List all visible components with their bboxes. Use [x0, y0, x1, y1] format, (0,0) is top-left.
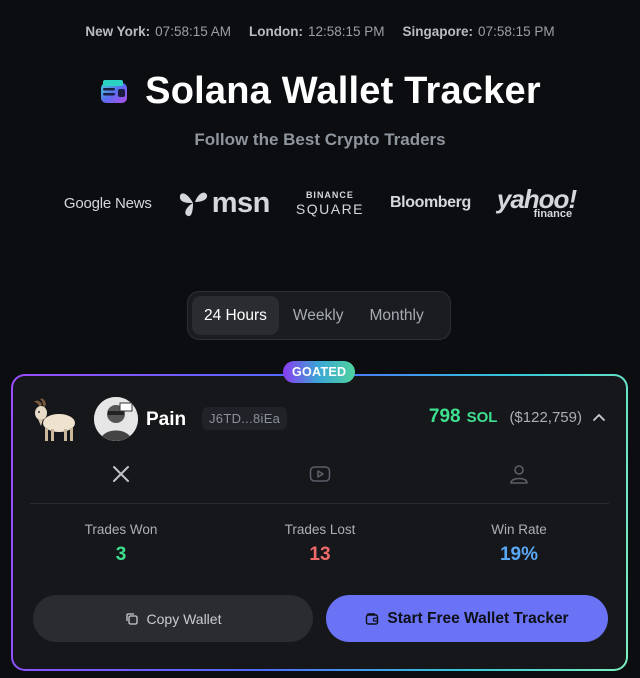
win-rate-stat: Win Rate 19%: [491, 522, 547, 565]
press-logos: Google News msn BINANCE SQUARE Bloomberg…: [0, 186, 640, 220]
wallet-icon: [366, 612, 379, 625]
tab-monthly[interactable]: Monthly: [357, 296, 435, 335]
tab-24-hours[interactable]: 24 Hours: [192, 296, 279, 335]
google-news-logo: Google News: [63, 194, 152, 212]
trader-card: Pain J6TD...8iEa 798 SOL ($122,759) Trad…: [11, 374, 628, 671]
butterfly-icon: [179, 192, 207, 217]
goat-icon: [34, 398, 75, 441]
trades-won-stat: Trades Won 3: [84, 522, 158, 565]
youtube-icon[interactable]: [308, 462, 332, 486]
world-clocks: New York: 07:58:15 AM London: 12:58:15 PM …: [0, 24, 640, 39]
clock-london: London: 12:58:15 PM: [248, 24, 385, 39]
copy-wallet-button[interactable]: Copy Wallet: [33, 595, 313, 642]
page-subtitle: Follow the Best Crypto Traders: [194, 130, 446, 149]
msn-logo: msn: [178, 187, 270, 220]
clock-singapore: Singapore: 07:58:15 PM: [402, 24, 555, 39]
profile-icon[interactable]: [507, 462, 531, 486]
timeframe-tabs: 24 Hours Weekly Monthly: [187, 291, 451, 340]
avatar-image: [94, 397, 138, 441]
page-title: Solana Wallet Tracker: [145, 70, 541, 112]
page-header: Solana Wallet Tracker: [0, 70, 640, 113]
yahoo-finance-logo: yahoo! finance: [496, 184, 577, 220]
start-tracker-button[interactable]: Start Free Wallet Tracker: [326, 595, 608, 642]
trader-name: Pain: [146, 409, 187, 430]
copy-icon: [125, 612, 138, 625]
wallet-address[interactable]: J6TD...8iEa: [202, 407, 288, 430]
wallet-logo-icon: [101, 79, 128, 103]
binance-square-logo: BINANCE SQUARE: [295, 189, 365, 217]
divider: [30, 503, 609, 504]
bloomberg-logo: Bloomberg: [390, 194, 471, 211]
tab-weekly[interactable]: Weekly: [281, 296, 356, 335]
clock-new-york: New York: 07:58:15 AM: [85, 24, 231, 39]
wallet-balance: 798 SOL ($122,759): [429, 406, 606, 428]
x-icon[interactable]: [109, 462, 133, 486]
goated-badge: GOATED: [283, 361, 356, 383]
trades-lost-stat: Trades Lost 13: [284, 522, 356, 565]
chevron-up-icon[interactable]: [592, 410, 606, 424]
avatar: [94, 397, 138, 441]
